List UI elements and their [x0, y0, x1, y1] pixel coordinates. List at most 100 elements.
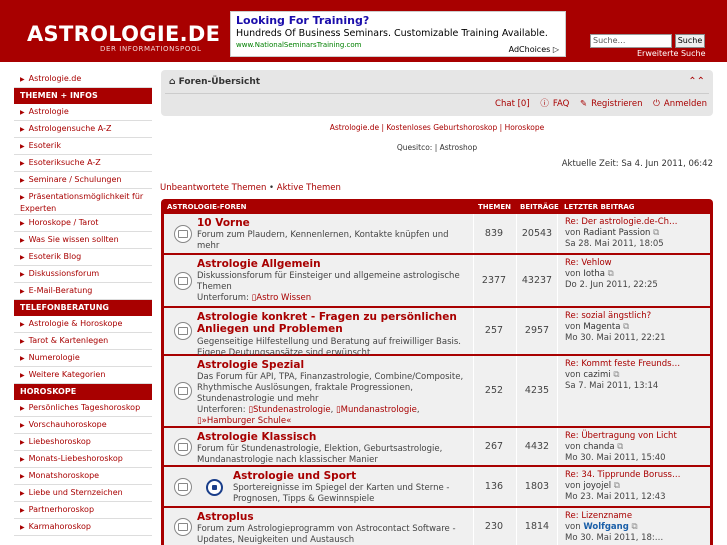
forum-list: ASTROLOGIE-FOREN THEMEN BEITRÄGE LETZTER… — [161, 199, 713, 545]
breadcrumb-home[interactable]: Foren-Übersicht — [179, 77, 260, 87]
sidebar-item[interactable]: ▶ Numerologie — [14, 350, 152, 367]
chat-link[interactable]: Chat [0] — [495, 99, 530, 109]
forum-description: Updates, Neuigkeiten und Austausch — [197, 535, 355, 545]
sidebar-item[interactable]: ▶ Seminare / Schulungen — [14, 172, 152, 189]
sidebar-item[interactable]: ▶ E-Mail-Beratung — [14, 283, 152, 300]
football-icon — [206, 479, 223, 496]
last-post-title[interactable]: Re: Der astrologie.de-Ch… — [565, 217, 707, 228]
topic-count: 257 — [484, 325, 504, 336]
collapse-icon[interactable]: ⌃⌃ — [688, 76, 705, 87]
last-post-title[interactable]: Re: Lizenzname — [565, 511, 707, 522]
forum-row[interactable]: 10 Vorne Forum zum Plaudern, Kennenlernen… — [164, 214, 710, 253]
site-logo[interactable]: ASTROLOGIE.DE — [27, 22, 220, 46]
last-post-author[interactable]: chanda — [583, 442, 614, 452]
sidebar-item[interactable]: ▶ Astrologie — [14, 104, 152, 121]
last-post-author[interactable]: cazimi — [583, 370, 610, 380]
forum-read-icon — [174, 225, 192, 243]
last-post-author[interactable]: joyojel — [583, 481, 611, 491]
sidebar-item[interactable]: ▶ Astrologie.de — [14, 71, 152, 88]
partner-links[interactable]: Quesitco: | Astroshop — [161, 143, 713, 152]
sidebar-item[interactable]: ▶ Präsentationsmöglichkeit für Experten — [14, 189, 152, 215]
sidebar-item[interactable]: ▶ Astrologie & Horoskope — [14, 316, 152, 333]
sidebar-item[interactable]: ▶ Was Sie wissen sollten — [14, 232, 152, 249]
arrow-right-icon: ▶ — [20, 490, 25, 497]
sidebar-item[interactable]: ▶ Vorschauhoroskope — [14, 417, 152, 434]
last-post-title[interactable]: Re: sozial ängstlich? — [565, 311, 707, 322]
unanswered-topics-link[interactable]: Unbeantwortete Themen — [160, 183, 266, 193]
forum-row[interactable]: Astrologie Spezial Das Forum für API, TPA… — [164, 356, 710, 426]
login-link[interactable]: ⏻ Anmelden — [649, 99, 707, 109]
register-link[interactable]: ✎ Registrieren — [576, 99, 642, 109]
view-latest-post-icon[interactable]: ⧉ — [611, 370, 619, 380]
forum-title[interactable]: Astrologie Spezial — [197, 359, 304, 371]
subforum-link[interactable]: ▯Mundanastrologie — [336, 405, 417, 415]
last-post-title[interactable]: Re: Übertragung von Licht — [565, 431, 707, 442]
forum-row[interactable]: Astrologie Allgemein Diskussionsforum für… — [164, 255, 710, 306]
sidebar-item[interactable]: ▶ Monatshoroskope — [14, 468, 152, 485]
breadcrumb[interactable]: ⌂ Foren-Übersicht — [169, 77, 260, 87]
forum-row[interactable]: Astroplus Forum zum Astrologieprogramm vo… — [164, 508, 710, 545]
forum-description: Rhythmische Auslösungen, fraktale Progre… — [197, 383, 413, 393]
forum-title[interactable]: Astrologie und Sport — [233, 470, 356, 482]
last-post-title[interactable]: Re: 34. Tipprunde Boruss… — [565, 470, 707, 481]
faq-link[interactable]: ⓘ FAQ — [536, 99, 569, 109]
ad-banner[interactable]: Looking For Training? Hundreds Of Busine… — [230, 11, 566, 57]
search-button[interactable]: Suche — [675, 34, 705, 48]
last-post: Re: 34. Tipprunde Boruss… von joyojel ⧉ Mo… — [565, 470, 707, 503]
sidebar-item[interactable]: ▶ Weitere Kategorien — [14, 367, 152, 384]
subforum-link[interactable]: ▯Astro Wissen — [252, 293, 312, 303]
last-post-title[interactable]: Re: Vehlow — [565, 258, 707, 269]
forum-title[interactable]: Anliegen und Problemen — [197, 323, 343, 335]
last-post-author[interactable]: Magenta — [583, 322, 620, 332]
forum-title[interactable]: 10 Vorne — [197, 217, 250, 229]
arrow-right-icon: ▶ — [20, 405, 25, 412]
view-latest-post-icon[interactable]: ⧉ — [605, 269, 614, 279]
view-latest-post-icon[interactable]: ⧉ — [629, 522, 638, 532]
site-tagline: DER INFORMATIONSPOOL — [100, 45, 202, 53]
ad-choices-link[interactable]: AdChoices ▷ — [509, 45, 559, 54]
ad-title[interactable]: Looking For Training? — [236, 14, 560, 27]
sidebar-item[interactable]: ▶ Monats-Liebeshoroskop — [14, 451, 152, 468]
active-topics-link[interactable]: Aktive Themen — [277, 183, 341, 193]
arrow-right-icon: ▶ — [20, 177, 25, 184]
sidebar-item[interactable]: ▶ Partnerhoroskop — [14, 502, 152, 519]
col-topics: THEMEN — [478, 203, 512, 211]
view-latest-post-icon[interactable]: ⧉ — [650, 228, 659, 238]
sidebar-item[interactable]: ▶ Liebeshoroskop — [14, 434, 152, 451]
view-latest-post-icon[interactable]: ⧉ — [615, 442, 623, 452]
sidebar-item[interactable]: ▶ Esoterik Blog — [14, 249, 152, 266]
forum-title[interactable]: Astrologie Klassisch — [197, 431, 316, 443]
last-post: Re: Vehlow von Iotha ⧉ Do 2. Jun 2011, 22:… — [565, 258, 707, 291]
forum-description: Diskussionsforum für Einsteiger und allg… — [197, 271, 460, 281]
forum-title[interactable]: Astrologie konkret - Fragen zu persönlic… — [197, 311, 457, 323]
subforum-link[interactable]: ▯»Hamburger Schule« — [197, 416, 291, 426]
forum-row[interactable]: Astrologie Klassisch Forum für Stundenast… — [164, 428, 710, 465]
column-separator — [557, 508, 558, 545]
last-post-date: Mo 23. Mai 2011, 12:43 — [565, 492, 666, 502]
subforum-link[interactable]: ▯Stundenastrologie — [248, 405, 330, 415]
last-post-author[interactable]: Radiant Passion — [583, 228, 650, 238]
arrow-right-icon: ▶ — [20, 473, 25, 480]
sidebar-item[interactable]: ▶ Esoteriksuche A-Z — [14, 155, 152, 172]
sidebar-item[interactable]: ▶ Diskussionsforum — [14, 266, 152, 283]
sidebar-item[interactable]: ▶ Astrologensuche A-Z — [14, 121, 152, 138]
view-latest-post-icon[interactable]: ⧉ — [620, 322, 629, 332]
last-post-author[interactable]: Wolfgang — [583, 522, 628, 532]
forum-row[interactable]: Astrologie und Sport Sportereignisse im S… — [164, 467, 710, 506]
forum-title[interactable]: Astrologie Allgemein — [197, 258, 321, 270]
forum-title[interactable]: Astroplus — [197, 511, 254, 523]
sidebar-item[interactable]: ▶ Tarot & Kartenlegen — [14, 333, 152, 350]
forum-row[interactable]: Astrologie konkret - Fragen zu persönlic… — [164, 308, 710, 358]
last-post-author[interactable]: Iotha — [583, 269, 605, 279]
search-input[interactable]: Suche… — [590, 34, 672, 48]
view-latest-post-icon[interactable]: ⧉ — [611, 481, 620, 491]
advanced-search-link[interactable]: Erweiterte Suche — [637, 49, 706, 58]
sidebar-item[interactable]: ▶ Persönliches Tageshoroskop — [14, 400, 152, 417]
sidebar-item[interactable]: ▶ Esoterik — [14, 138, 152, 155]
sidebar-item[interactable]: ▶ Liebe und Sternzeichen — [14, 485, 152, 502]
sidebar-item[interactable]: ▶ Karmahoroskop — [14, 519, 152, 536]
last-post-title[interactable]: Re: Kommt feste Freunds… — [565, 359, 707, 370]
sidebar-item[interactable]: ▶ Horoskope / Tarot — [14, 215, 152, 232]
column-separator — [516, 508, 517, 545]
top-links[interactable]: Astrologie.de | Kostenloses Geburtshoros… — [161, 123, 713, 132]
